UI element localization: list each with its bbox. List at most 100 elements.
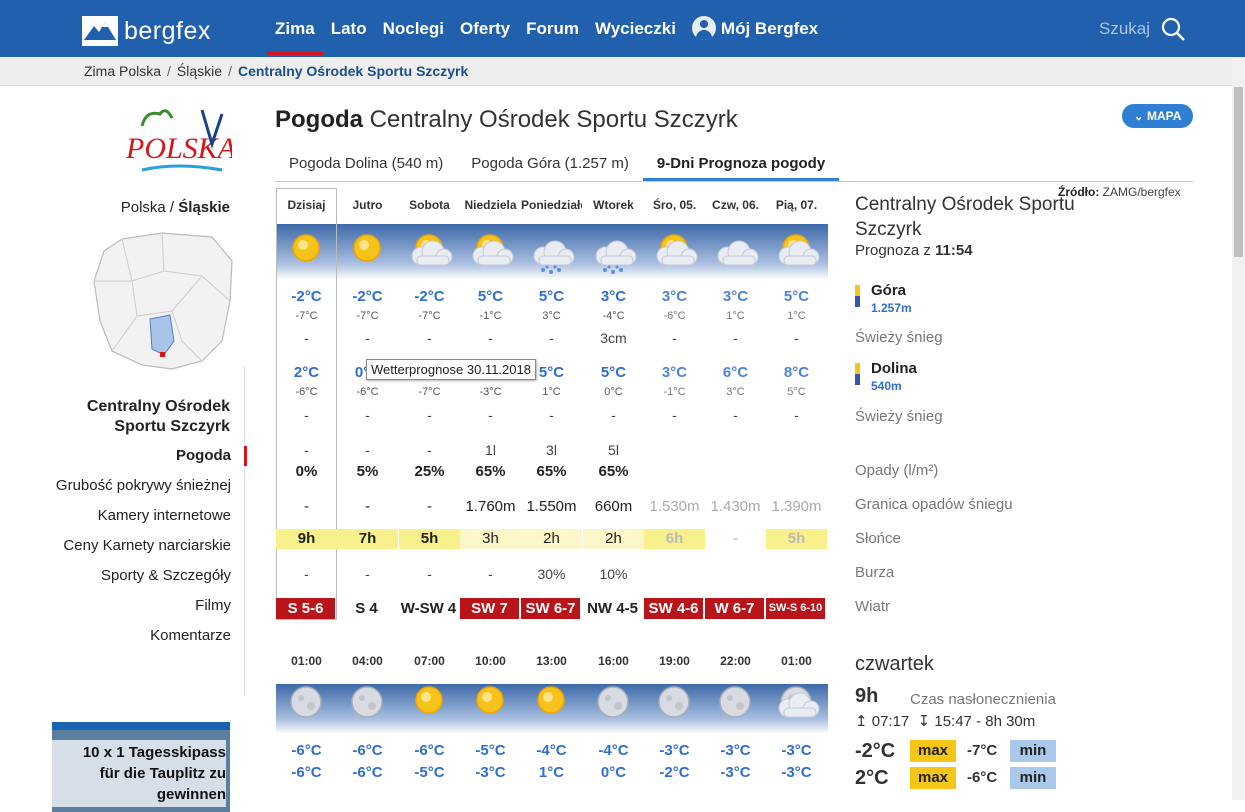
forecast-day-name[interactable]: Czw, 06. (705, 198, 766, 212)
hour-temp-top: -6°C (291, 742, 322, 759)
temp-max-top: 3°C (600, 288, 627, 305)
nav-oferty[interactable]: Oferty (452, 0, 518, 57)
nav-forum[interactable]: Forum (518, 0, 587, 57)
label-sunshine: Słońce (855, 530, 901, 547)
hour-time: 13:00 (536, 654, 567, 668)
sidebar-item-webcams[interactable]: Kamery internetowe (52, 506, 247, 526)
hour-temp-top: -4°C (536, 742, 567, 759)
breadcrumb-item[interactable]: Zima Polska (84, 63, 161, 79)
snowline-value: - (365, 498, 370, 515)
precip-amount: - (365, 442, 370, 458)
location-name: Centralny Ośrodek Sportu Szczyrk (855, 194, 1075, 240)
hour-temp-valley: 1°C (538, 764, 565, 781)
fresh-snow-top: - (794, 330, 799, 346)
tab-valley-weather[interactable]: Pogoda Dolina (540 m) (275, 150, 457, 181)
level-name: Góra (871, 282, 907, 299)
breadcrumb-item[interactable]: Śląskie (177, 63, 222, 79)
temp-value: 2°C (855, 767, 889, 789)
sidebar-item-comments[interactable]: Komentarze (52, 626, 247, 646)
sun-cloud-icon (399, 226, 460, 274)
precip-probability: 65% (475, 463, 506, 480)
scrollbar[interactable] (1232, 57, 1245, 800)
label-snowline: Granica opadów śniegu (855, 496, 1013, 513)
level-bar (855, 285, 860, 307)
sidebar-item-sports[interactable]: Sporty & Szczegóły (52, 566, 247, 586)
temp-min-valley: -7°C (418, 386, 441, 398)
temp-min-valley: -1°C (663, 386, 686, 398)
nav-zima[interactable]: Zima (267, 0, 323, 57)
forecast-day-name[interactable]: Poniedziałek (521, 198, 582, 212)
hour-time: 01:00 (781, 654, 812, 668)
sunshine-hours: 5h (399, 529, 460, 549)
sunset: ↧ 15:47 - 8h 30m (917, 713, 1036, 730)
forecast-day-name[interactable]: Dzisiaj (276, 198, 337, 212)
min-badge: min (1010, 740, 1056, 762)
tab-mountain-weather[interactable]: Pogoda Góra (1.257 m) (457, 150, 643, 181)
forecast-day-name[interactable]: Śro, 05. (644, 198, 705, 212)
forecast-day-name[interactable]: Sobota (399, 198, 460, 212)
nav-moj-bergfex[interactable]: Mój Bergfex (684, 0, 826, 57)
tooltip: Wetterprognose 30.11.2018 (366, 359, 536, 380)
polska-logo[interactable]: POLSKA (122, 104, 232, 178)
hour-temp-top: -3°C (781, 742, 812, 759)
region-name[interactable]: Śląskie (178, 199, 230, 216)
fresh-snow-top: - (365, 330, 370, 346)
label-storm: Burza (855, 564, 895, 581)
nav-wycieczki[interactable]: Wycieczki (587, 0, 684, 57)
sidebar-resort-title: Centralny Ośrodek Sportu Szczyrk (86, 398, 230, 435)
temp-min-valley: -3°C (479, 386, 502, 398)
promo-banner[interactable]: 10 x 1 Tagesskipass für die Tauplitz zu … (52, 722, 230, 812)
sidebar-item-pogoda[interactable]: Pogoda (52, 446, 247, 466)
forecast-day-name[interactable]: Wtorek (583, 198, 644, 212)
fresh-snow-top: - (733, 330, 738, 346)
breadcrumb-current[interactable]: Centralny Ośrodek Sportu Szczyrk (238, 63, 468, 79)
weather-tabs: Pogoda Dolina (540 m) Pogoda Góra (1.257… (275, 150, 1193, 182)
temp-other: -6°C (967, 769, 998, 786)
temp-max-top: 3°C (722, 288, 749, 305)
fresh-snow-valley: - (365, 407, 370, 423)
tab-9-day-forecast[interactable]: 9-Dni Prognoza pogody (642, 150, 840, 181)
temp-max-valley: 3°C (661, 364, 688, 381)
forecast-day-name[interactable]: Niedziela (460, 198, 521, 212)
snowline-value: 660m (594, 498, 633, 515)
fresh-snow-top: - (488, 330, 493, 346)
scrollbar-thumb[interactable] (1234, 87, 1243, 257)
region-breadcrumb: Polska / Śląskie (52, 199, 230, 216)
fresh-snow-valley: - (611, 407, 616, 423)
hour-time: 04:00 (352, 654, 383, 668)
map-button-label: MAPA (1146, 109, 1182, 123)
fresh-snow-top: 3cm (600, 330, 627, 346)
forecast-day-name[interactable]: Pią, 07. (766, 198, 827, 212)
sun-cloud-icon (644, 226, 705, 274)
sidebar-item-ski-passes[interactable]: Ceny Karnety narciarskie (52, 536, 247, 556)
sun-icon (337, 226, 398, 274)
hour-temp-top: -6°C (352, 742, 383, 759)
region-country[interactable]: Polska (121, 199, 166, 216)
nav-lato[interactable]: Lato (323, 0, 375, 57)
storm-value: - (427, 566, 432, 582)
snowline-value: - (304, 498, 309, 515)
sidebar-item-snow-depth[interactable]: Grubość pokrywy śnieżnej (52, 476, 247, 496)
max-badge: max (910, 767, 956, 789)
sunshine-hours: 6h (644, 529, 705, 549)
fresh-snow-valley: - (794, 407, 799, 423)
bergfex-logo[interactable]: bergfex (82, 16, 211, 46)
nav-noclegi[interactable]: Noclegi (375, 0, 452, 57)
forecast-day-name[interactable]: Jutro (337, 198, 398, 212)
wind-value: W-SW 4 (400, 600, 457, 617)
temp-min-valley: 1°C (542, 386, 561, 398)
promo-text: 10 x 1 Tagesskipass für die Tauplitz zu … (52, 740, 226, 807)
snowline-value: 1.550m (526, 498, 577, 515)
sidebar-item-films[interactable]: Filmy (52, 596, 247, 616)
fresh-snow-top: - (549, 330, 554, 346)
map-button[interactable]: ⌄ MAPA (1122, 104, 1193, 128)
temp-value: -2°C (855, 740, 896, 762)
poland-map[interactable] (92, 231, 237, 371)
precip-probability: 65% (536, 463, 567, 480)
search-button[interactable]: Szukaj (1099, 0, 1186, 57)
search-icon (1161, 17, 1185, 41)
label-wind: Wiatr (855, 598, 890, 615)
fresh-snow-top: - (672, 330, 677, 346)
temp-min-valley: -6°C (356, 386, 379, 398)
sun-cloud-icon (766, 226, 827, 274)
